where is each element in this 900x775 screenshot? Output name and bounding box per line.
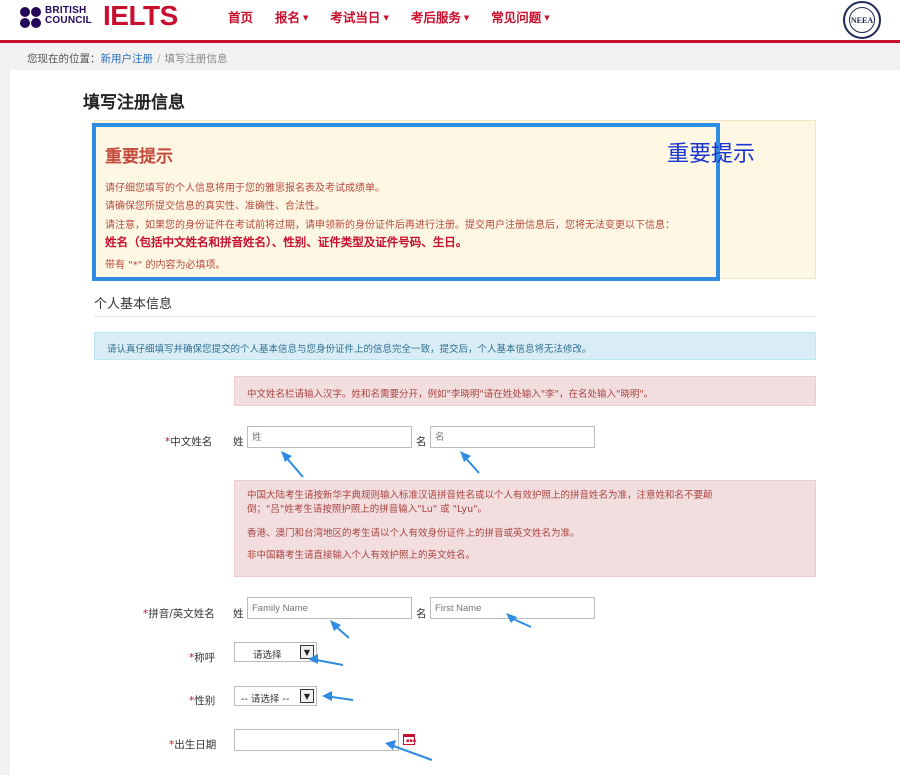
nav-registration[interactable]: 报名 ▼ bbox=[275, 10, 308, 30]
caret-down-icon: ▼ bbox=[544, 14, 550, 22]
annotation-arrow-icon bbox=[385, 740, 433, 761]
breadcrumb: 您现在的位置：新用户注册 / 填写注册信息 bbox=[27, 51, 228, 66]
site-header: BRITISH COUNCIL IELTS 首页 报名 ▼ 考试当日 ▼ 考后服务 ▼… bbox=[0, 0, 900, 43]
nav-faq[interactable]: 常见问题 ▼ bbox=[491, 10, 549, 30]
chevron-down-icon: ▼ bbox=[300, 689, 314, 703]
annotation-arrow-icon bbox=[506, 613, 532, 628]
dob-input[interactable] bbox=[234, 729, 399, 751]
caret-down-icon: ▼ bbox=[463, 14, 470, 22]
notice-annotation: 重要提示 bbox=[667, 142, 756, 167]
annotation-arrow-icon bbox=[281, 451, 304, 478]
pinyin-surname-prefix: 姓 bbox=[233, 608, 244, 620]
pinyin-alert-line: 非中国籍考生请直接输入个人有效护照上的英文姓名。 bbox=[247, 550, 476, 561]
title-select-value: 请选择 bbox=[253, 650, 282, 661]
notice-line-3: 请注意，如果您的身份证件在考试前将过期，请申领新的身份证件后再进行注册。提交用户… bbox=[105, 220, 675, 231]
notice-line-2: 请确保您所提交信息的真实性、准确性、合法性。 bbox=[105, 201, 325, 212]
british-council-logo[interactable]: BRITISH COUNCIL bbox=[20, 5, 100, 29]
notice-line-1: 请仔细您填写的个人信息将用于您的雅思报名表及考试成绩单。 bbox=[105, 183, 385, 194]
seal-text: NEEA bbox=[849, 7, 875, 33]
breadcrumb-prefix: 您现在的位置： bbox=[27, 53, 101, 65]
pinyin-alert-line: 中国大陆考生请按新华字典规则输入标准汉语拼音姓名或以个人有效护照上的拼音姓名为准… bbox=[247, 490, 713, 501]
section-divider bbox=[94, 316, 816, 317]
info-alert: 请认真仔细填写并确保您提交的个人基本信息与您身份证件上的信息完全一致，提交后，个… bbox=[94, 332, 816, 360]
neea-seal-logo[interactable]: NEEA bbox=[843, 1, 881, 39]
chinese-given-prefix: 名 bbox=[416, 436, 427, 448]
info-alert-text: 请认真仔细填写并确保您提交的个人基本信息与您身份证件上的信息完全一致，提交后，个… bbox=[107, 344, 592, 355]
dob-label: *出生日期 bbox=[169, 739, 217, 751]
nav-test-day[interactable]: 考试当日 ▼ bbox=[330, 10, 388, 30]
nav-after-test[interactable]: 考后服务 ▼ bbox=[411, 10, 469, 30]
pinyin-alert-line: 香港、澳门和台湾地区的考生请以个人有效身份证件上的拼音或英文姓名为准。 bbox=[247, 528, 580, 539]
breadcrumb-current: 填写注册信息 bbox=[164, 53, 228, 65]
notice-title: 重要提示 bbox=[105, 147, 173, 167]
chinese-surname-prefix: 姓 bbox=[233, 436, 244, 448]
caret-down-icon: ▼ bbox=[383, 14, 389, 22]
page-title: 填写注册信息 bbox=[83, 93, 185, 113]
chinese-surname-input[interactable] bbox=[247, 426, 412, 448]
pinyin-given-prefix: 名 bbox=[416, 608, 427, 620]
ielts-logo[interactable]: IELTS bbox=[103, 2, 178, 30]
pinyin-alert-line: 倒；"吕"姓考生请按照护照上的拼音输入"Lu" 或 "Lyu"。 bbox=[247, 504, 487, 515]
caret-down-icon: ▼ bbox=[303, 14, 309, 22]
title-label: *称呼 bbox=[189, 652, 216, 664]
gender-select-value: -- 请选择 -- bbox=[241, 694, 290, 705]
main-nav: 首页 报名 ▼ 考试当日 ▼ 考后服务 ▼ 常见问题 ▼ bbox=[228, 10, 572, 30]
bc-logo-text: BRITISH COUNCIL bbox=[45, 5, 92, 26]
notice-bold-line: 姓名（包括中文姓名和拼音姓名）、性别、证件类型及证件号码、生日。 bbox=[105, 235, 468, 249]
breadcrumb-separator: / bbox=[157, 53, 161, 65]
gender-select[interactable]: -- 请选择 -- ▼ bbox=[234, 686, 317, 706]
breadcrumb-link-register[interactable]: 新用户注册 bbox=[101, 53, 154, 65]
content-panel: 填写注册信息 重要提示 请仔细您填写的个人信息将用于您的雅思报名表及考试成绩单。… bbox=[10, 70, 900, 775]
chinese-name-label: *中文姓名 bbox=[165, 436, 213, 448]
chinese-name-alert-text: 中文姓名栏请输入汉字。姓和名需要分开，例如"李晓明"请在姓处输入"李"，在名处输… bbox=[247, 389, 654, 400]
chinese-given-input[interactable] bbox=[430, 426, 595, 448]
annotation-arrow-icon bbox=[460, 451, 480, 474]
annotation-arrow-icon bbox=[322, 691, 354, 701]
nav-home[interactable]: 首页 bbox=[228, 10, 253, 30]
gender-label: *性别 bbox=[189, 695, 216, 707]
chinese-name-alert: 中文姓名栏请输入汉字。姓和名需要分开，例如"李晓明"请在姓处输入"李"，在名处输… bbox=[234, 376, 816, 406]
section-title: 个人基本信息 bbox=[94, 297, 173, 312]
notice-required-note: 带有 "*" 的内容为必填项。 bbox=[105, 260, 226, 271]
bc-dots-icon bbox=[20, 7, 44, 31]
pinyin-name-label: *拼音/英文姓名 bbox=[143, 608, 215, 620]
annotation-arrow-icon bbox=[308, 654, 344, 666]
pinyin-name-alert: 中国大陆考生请按新华字典规则输入标准汉语拼音姓名或以个人有效护照上的拼音姓名为准… bbox=[234, 480, 816, 577]
